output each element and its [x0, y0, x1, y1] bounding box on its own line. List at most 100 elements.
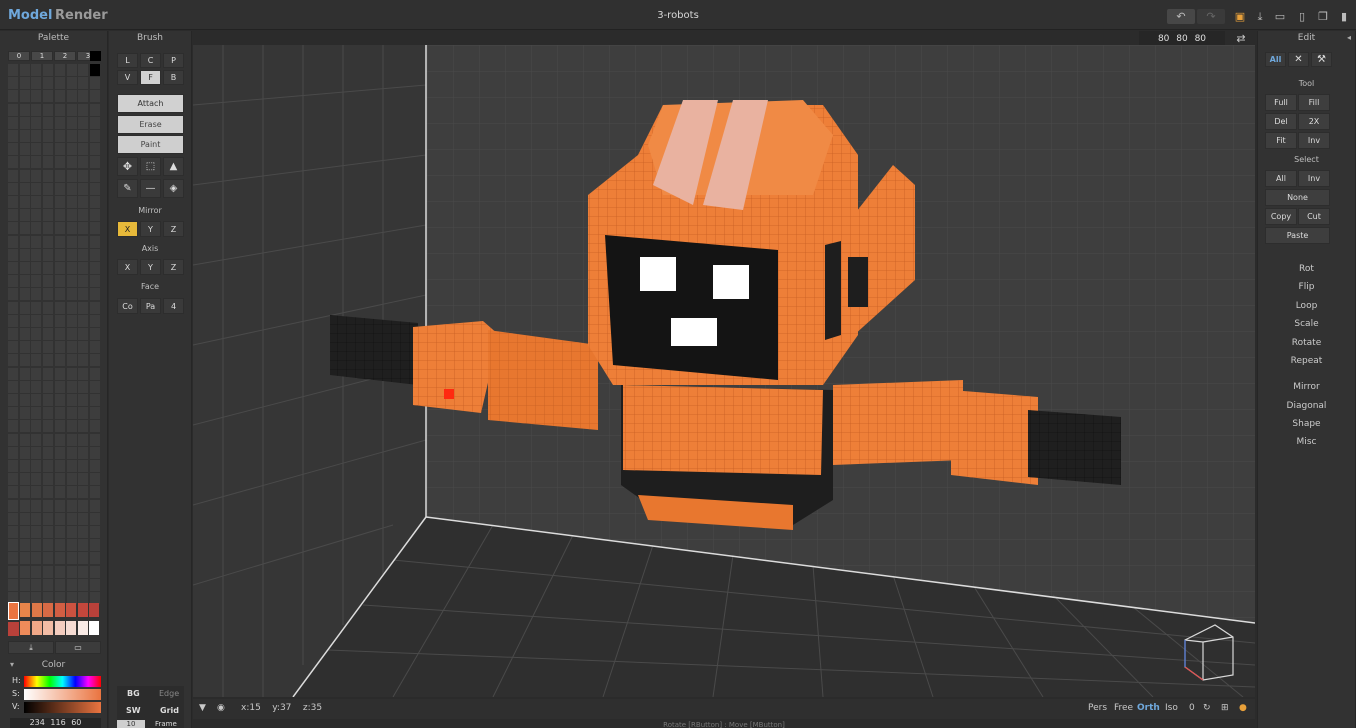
palette-cell[interactable]: [54, 169, 65, 182]
settings-icon[interactable]: ●: [1239, 703, 1247, 713]
palette-cell[interactable]: [66, 314, 77, 327]
palette-cell[interactable]: [19, 328, 30, 340]
palette-cell[interactable]: [8, 314, 18, 327]
delete-file-icon[interactable]: ▮: [1337, 9, 1351, 24]
brush-shape-face[interactable]: F: [140, 70, 161, 85]
palette-swatch[interactable]: [89, 603, 99, 617]
palette-cell[interactable]: [43, 420, 54, 433]
palette-cell[interactable]: [89, 499, 100, 512]
expand-icon[interactable]: ✕: [1288, 52, 1309, 67]
palette-cell[interactable]: [66, 262, 77, 274]
viewport-3d[interactable]: [193, 45, 1255, 697]
palette-cell[interactable]: [54, 116, 65, 129]
palette-cell[interactable]: [78, 169, 89, 182]
palette-cell[interactable]: [19, 539, 30, 552]
menu-loop[interactable]: Loop: [1258, 301, 1355, 311]
face-four-button[interactable]: 4: [163, 298, 184, 314]
palette-cell[interactable]: [66, 394, 77, 406]
palette-cell[interactable]: [66, 578, 77, 591]
line-icon[interactable]: —: [140, 179, 161, 198]
palette-cell[interactable]: [78, 539, 89, 552]
palette-cell[interactable]: [66, 64, 77, 76]
palette-cell[interactable]: [43, 446, 54, 459]
palette-cell[interactable]: [43, 578, 54, 591]
palette-swatch[interactable]: [20, 603, 30, 617]
palette-cell[interactable]: [43, 90, 54, 103]
palette-cell[interactable]: [31, 420, 42, 433]
menu-misc[interactable]: Misc: [1258, 437, 1355, 447]
palette-cell[interactable]: [8, 578, 18, 591]
palette-cell[interactable]: [19, 182, 30, 195]
palette-cell[interactable]: [66, 275, 77, 288]
palette-cell[interactable]: [78, 328, 89, 340]
palette-cell[interactable]: [43, 301, 54, 314]
palette-cell[interactable]: [78, 341, 89, 354]
palette-cell[interactable]: [78, 314, 89, 327]
palette-cell[interactable]: [78, 499, 89, 512]
palette-page-2[interactable]: 2: [54, 51, 76, 61]
palette-cell[interactable]: [89, 156, 100, 169]
palette-cell[interactable]: [8, 526, 18, 538]
palette-cell[interactable]: [31, 328, 42, 340]
palette-cell[interactable]: [54, 512, 65, 525]
palette-cell[interactable]: [54, 578, 65, 591]
palette-cell[interactable]: [8, 275, 18, 288]
palette-cell[interactable]: [54, 473, 65, 486]
menu-flip[interactable]: Flip: [1258, 282, 1355, 292]
eyedropper-icon[interactable]: ✎: [117, 179, 138, 198]
palette-cell[interactable]: [89, 354, 100, 367]
palette-cell[interactable]: [78, 394, 89, 406]
bg-toggle[interactable]: BG: [127, 689, 140, 698]
palette-cell[interactable]: [66, 235, 77, 248]
palette-cell[interactable]: [89, 446, 100, 459]
palette-cell[interactable]: [54, 486, 65, 499]
palette-cell[interactable]: [8, 460, 18, 472]
palette-cell[interactable]: [31, 77, 42, 90]
palette-cell[interactable]: [54, 446, 65, 459]
palette-cell[interactable]: [66, 77, 77, 90]
palette-cell[interactable]: [66, 209, 77, 222]
palette-cell[interactable]: [78, 526, 89, 538]
palette-cell[interactable]: [43, 394, 54, 406]
palette-cell[interactable]: [19, 248, 30, 261]
copy-file-icon[interactable]: ❐: [1316, 9, 1330, 24]
palette-cell[interactable]: [78, 90, 89, 103]
palette-cell[interactable]: [8, 64, 18, 76]
palette-cell[interactable]: [19, 354, 30, 367]
palette-cell[interactable]: [8, 380, 18, 393]
palette-cell[interactable]: [66, 565, 77, 578]
palette-cell[interactable]: [43, 103, 54, 116]
palette-cell[interactable]: [78, 565, 89, 578]
palette-cell[interactable]: [78, 460, 89, 472]
palette-cell[interactable]: [8, 156, 18, 169]
axis-y-toggle[interactable]: Y: [140, 259, 161, 275]
palette-cell[interactable]: [31, 103, 42, 116]
palette-cell[interactable]: [8, 248, 18, 261]
palette-cell[interactable]: [66, 90, 77, 103]
palette-cell[interactable]: [8, 473, 18, 486]
grid-toggle[interactable]: Grid: [160, 706, 179, 715]
palette-cell[interactable]: [78, 77, 89, 90]
palette-cell[interactable]: [43, 473, 54, 486]
palette-cell[interactable]: [54, 499, 65, 512]
palette-cell[interactable]: [89, 565, 100, 578]
palette-cell[interactable]: [8, 288, 18, 301]
palette-cell[interactable]: [31, 196, 42, 208]
palette-swatch[interactable]: [8, 622, 19, 636]
palette-cell[interactable]: [8, 328, 18, 340]
menu-scale[interactable]: Scale: [1258, 319, 1355, 329]
palette-cell[interactable]: [43, 486, 54, 499]
tool-inv-button[interactable]: Inv: [1298, 132, 1330, 149]
open-folder-icon[interactable]: ▭: [1273, 9, 1287, 24]
palette-swatch[interactable]: [20, 621, 30, 635]
menu-rot[interactable]: Rot: [1258, 264, 1355, 274]
palette-cell[interactable]: [89, 341, 100, 354]
menu-diagonal[interactable]: Diagonal: [1258, 401, 1355, 411]
palette-cell[interactable]: [66, 499, 77, 512]
palette-cell[interactable]: [78, 512, 89, 525]
menu-rotate[interactable]: Rotate: [1258, 338, 1355, 348]
palette-cell[interactable]: [31, 222, 42, 235]
tool-fill-button[interactable]: Fill: [1298, 94, 1330, 111]
brush-shape-pattern[interactable]: P: [163, 53, 184, 68]
palette-cell[interactable]: [31, 460, 42, 472]
